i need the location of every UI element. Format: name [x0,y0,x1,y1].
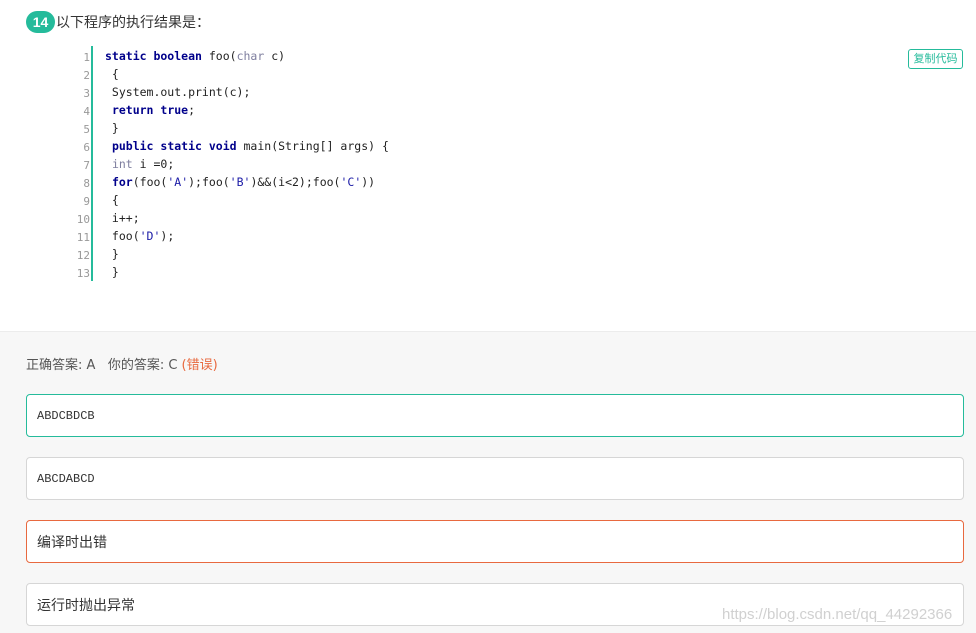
code-line: i++; [105,209,389,227]
code-token: ); [160,229,175,243]
code-token: )) [361,175,376,189]
code-token: )&&(i<2);foo( [250,175,341,189]
option-b-text: ABCDABCD [37,471,95,486]
correct-answer-label: 正确答案: A [26,358,96,373]
code-line: } [105,263,389,281]
code-line: System.out.print(c); [105,83,389,101]
code-token: { [105,67,119,81]
line-number: 6 [83,141,90,154]
code-token: } [105,247,119,261]
your-answer-label: 你的答案: C [107,358,178,373]
line-number: 2 [83,69,90,82]
code-line: } [105,119,389,137]
line-number: 1 [83,51,90,64]
code-line: public static void main(String[] args) { [105,137,389,155]
code-token: char [236,49,265,63]
code-token: return true [111,103,189,117]
code-token: 'C' [340,175,362,189]
code-token: int [111,157,133,171]
line-number: 10 [76,213,90,226]
line-number: 5 [83,123,90,136]
line-number: 8 [83,177,90,190]
question-header: 14 以下程序的执行结果是： [26,11,210,33]
line-number: 9 [83,195,90,208]
line-number: 13 [76,267,90,280]
code-line: return true; [105,101,389,119]
code-token: } [105,121,119,135]
code-token: public static void [111,139,244,153]
answer-info: 正确答案: A 你的答案: C (错误) [26,354,218,373]
code-line: int i =0; [105,155,389,173]
line-numbers: 1 2 3 4 5 6 7 8 9 10 11 12 13 [64,49,90,283]
option-a-text: ABDCBDCB [37,408,95,423]
code-token: );foo( [188,175,230,189]
line-number: 4 [83,105,90,118]
code-token: main(String[] args) { [243,139,389,153]
line-number: 11 [76,231,90,244]
option-c-text: 编译时出错 [37,534,107,551]
code-token: foo( [105,229,140,243]
code-token: i =0; [132,157,175,171]
option-b[interactable]: ABCDABCD [26,457,964,500]
code-line: { [105,65,389,83]
code-token: (foo( [132,175,168,189]
code-lines: static boolean foo(char c) { System.out.… [105,47,389,281]
code-token: i++; [105,211,140,225]
code-token: for [111,175,133,189]
code-token: { [105,193,119,207]
code-gutter-bar [91,46,93,281]
code-block: 1 2 3 4 5 6 7 8 9 10 11 12 13 static boolean foo(cha… [64,46,964,282]
option-a[interactable]: ABDCBDCB [26,394,964,437]
code-token: } [105,265,119,279]
answer-status: (错误) [181,358,218,373]
copy-code-button[interactable]: 复制代码 [908,49,963,69]
line-number: 12 [76,249,90,262]
option-d-text: 运行时抛出异常 [37,597,135,614]
watermark: https://blog.csdn.net/qq_44292366 [722,606,953,623]
code-token: System.out.print(c); [105,85,251,99]
question-number-badge: 14 [26,11,55,33]
code-line: foo('D'); [105,227,389,245]
code-token: ; [188,103,196,117]
code-token: static boolean [105,49,209,63]
question-title: 以下程序的执行结果是： [56,15,210,31]
line-number: 7 [83,159,90,172]
code-token: c) [264,49,286,63]
code-line: for(foo('A');foo('B')&&(i<2);foo('C')) [105,173,389,191]
answer-section: 正确答案: A 你的答案: C (错误) ABDCBDCB ABCDABCD 编… [0,331,976,633]
code-token: 'D' [139,229,161,243]
code-line: { [105,191,389,209]
code-line: } [105,245,389,263]
code-token: 'B' [229,175,251,189]
line-number: 3 [83,87,90,100]
code-line: static boolean foo(char c) [105,47,389,65]
code-token: foo( [208,49,237,63]
code-token: 'A' [167,175,189,189]
option-c[interactable]: 编译时出错 [26,520,964,563]
